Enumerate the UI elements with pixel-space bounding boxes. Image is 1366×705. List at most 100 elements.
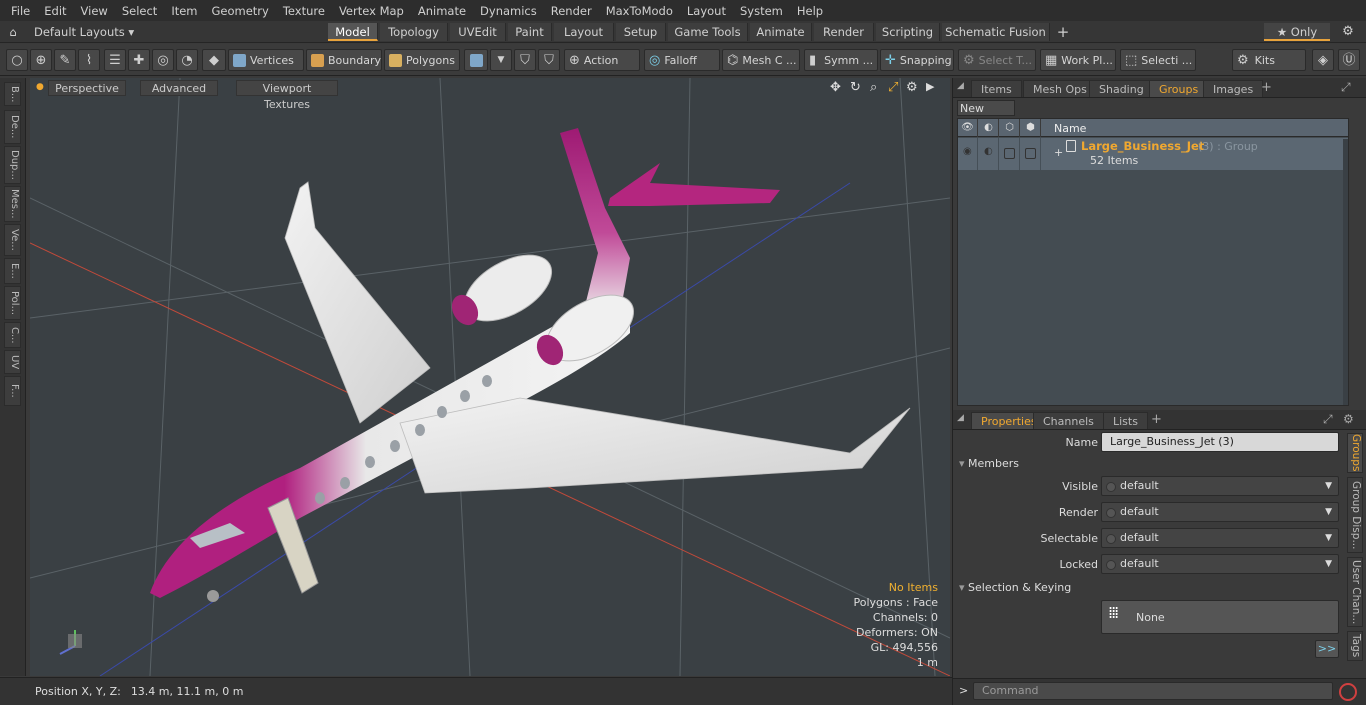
tab-uvedit[interactable]: UVEdit (450, 23, 506, 41)
row-render-toggle[interactable]: ◐ (979, 138, 999, 170)
tab-mesh-ops[interactable]: Mesh Ops (1023, 80, 1097, 97)
menu-system[interactable]: System (733, 4, 790, 18)
select-checkbox[interactable] (1025, 148, 1036, 159)
view-textures[interactable]: Viewport Textures (236, 80, 338, 111)
pan-icon[interactable]: ✥ (830, 80, 841, 95)
locked-select[interactable]: default ▼ (1101, 554, 1339, 574)
menu-animate[interactable]: Animate (411, 4, 473, 18)
panel-dot-icon[interactable]: ◢ (957, 413, 964, 423)
tab-topology[interactable]: Topology (380, 23, 448, 41)
row-visible-toggle[interactable]: ◉ (958, 138, 978, 170)
viewport-gear-icon[interactable]: ⚙ (906, 80, 918, 95)
sidetab-group-display[interactable]: Group Disp... (1347, 477, 1363, 553)
symmetry-button[interactable]: ▮ Symm ... (804, 49, 878, 71)
lock-icon[interactable]: ⬡ (1000, 119, 1020, 137)
snapping-button[interactable]: ✛ Snapping (880, 49, 954, 71)
more-button[interactable]: >> (1315, 640, 1339, 658)
view-advanced[interactable]: Advanced (140, 80, 218, 96)
item-mode-button[interactable]: ◆ (202, 49, 226, 71)
tab-setup[interactable]: Setup (616, 23, 666, 41)
tab-model[interactable]: Model (328, 23, 378, 41)
lefttab-mesh-edit[interactable]: Mes... (4, 186, 21, 222)
home-icon[interactable]: ⌂ (6, 23, 20, 41)
expand-icon[interactable]: ⤢ (1341, 80, 1351, 95)
menu-geometry[interactable]: Geometry (205, 4, 276, 18)
select-mode-button[interactable]: ○ (6, 49, 28, 71)
viewport-dot-icon[interactable]: ● (36, 82, 44, 92)
sidetab-tags[interactable]: Tags (1347, 631, 1363, 661)
menu-file[interactable]: File (4, 4, 37, 18)
tab-game-tools[interactable]: Game Tools (668, 23, 748, 41)
group-row[interactable]: ◉ ◐ + Large_Business_Jet (3) : Group 52 … (958, 138, 1348, 170)
menu-texture[interactable]: Texture (276, 4, 332, 18)
add-panel-tab-icon[interactable]: + (1261, 80, 1272, 95)
menu-view[interactable]: View (74, 4, 115, 18)
select-icon[interactable]: ⬢ (1021, 119, 1041, 137)
lefttab-uv[interactable]: UV (4, 350, 21, 374)
tab-layout[interactable]: Layout (554, 23, 614, 41)
mesh-constraints-button[interactable]: ⌬ Mesh C ... (722, 49, 800, 71)
falloff-button[interactable]: ◎ Falloff (644, 49, 720, 71)
rotate-button[interactable]: ◔ (176, 49, 198, 71)
tab-animate[interactable]: Animate (750, 23, 812, 41)
menu-item[interactable]: Item (164, 4, 204, 18)
lefttab-edge[interactable]: E... (4, 258, 21, 284)
menu-help[interactable]: Help (790, 4, 830, 18)
vertices-button[interactable]: Vertices (228, 49, 304, 71)
tab-channels[interactable]: Channels (1033, 412, 1104, 429)
kits-button[interactable]: ⚙ Kits (1232, 49, 1306, 71)
lefttab-deform[interactable]: De... (4, 110, 21, 144)
add-panel-tab-icon[interactable]: + (1151, 412, 1162, 427)
tab-paint[interactable]: Paint (508, 23, 552, 41)
business-jet-model[interactable] (150, 128, 911, 602)
menu-render[interactable]: Render (544, 4, 599, 18)
render-select[interactable]: default ▼ (1101, 502, 1339, 522)
row-lock-toggle[interactable] (1000, 138, 1020, 170)
brush-button[interactable]: ⌇ (78, 49, 100, 71)
none-button[interactable]: ⁞⁞⁞ None (1101, 600, 1339, 634)
menu-select[interactable]: Select (115, 4, 164, 18)
sidetab-groups[interactable]: Groups (1347, 433, 1363, 473)
unity-button[interactable]: ◈ (1312, 49, 1334, 71)
selection-keying-section[interactable]: Selection & Keying (959, 579, 1339, 597)
menu-vertex-map[interactable]: Vertex Map (332, 4, 411, 18)
lock-checkbox[interactable] (1004, 148, 1015, 159)
lefttab-curve[interactable]: C... (4, 322, 21, 348)
transform-button[interactable]: ✚ (128, 49, 150, 71)
add-tab-button[interactable]: + (1054, 23, 1072, 41)
viewport-menu-arrow-icon[interactable]: ▶ (926, 80, 934, 93)
tab-scripting[interactable]: Scripting (876, 23, 940, 41)
visible-select[interactable]: default ▼ (1101, 476, 1339, 496)
properties-gear-icon[interactable]: ⚙ (1343, 412, 1354, 426)
lefttab-vertex[interactable]: Ve... (4, 224, 21, 256)
tab-images[interactable]: Images (1203, 80, 1264, 97)
select-through-button[interactable]: ⚙ Select T... (958, 49, 1036, 71)
tab-groups[interactable]: Groups (1149, 80, 1209, 97)
polygons-button[interactable]: Polygons (384, 49, 460, 71)
work-plane-button[interactable]: ▦ Work Pl... (1040, 49, 1116, 71)
tab-lists[interactable]: Lists (1103, 412, 1148, 429)
maximize-icon[interactable]: ⤢ (888, 80, 898, 95)
layout-selector[interactable]: Default Layouts ▾ (34, 23, 134, 41)
lefttab-basic[interactable]: B... (4, 82, 21, 106)
render-icon[interactable]: ◐ (979, 119, 999, 137)
menu-layout[interactable]: Layout (680, 4, 733, 18)
group-list-scrollbar[interactable] (1343, 139, 1348, 405)
menu-edit[interactable]: Edit (37, 4, 73, 18)
expand-icon[interactable]: ⤢ (1323, 412, 1333, 427)
action-center-button[interactable]: ⊕ Action (564, 49, 640, 71)
eye-icon[interactable]: 👁 (958, 119, 978, 137)
expand-plus-icon[interactable]: + (1054, 146, 1063, 159)
align-button[interactable]: ☰ (104, 49, 126, 71)
new-group-button[interactable]: New Group (957, 100, 1015, 131)
sidetab-user-channels[interactable]: User Chan... (1347, 557, 1363, 627)
name-field[interactable]: Large_Business_Jet (3) (1101, 432, 1339, 452)
lefttab-duplicate[interactable]: Dup... (4, 146, 21, 184)
material-dropdown[interactable]: ▼ (490, 49, 512, 71)
row-select-toggle[interactable] (1021, 138, 1041, 170)
record-icon[interactable] (1339, 683, 1357, 701)
gear-icon[interactable]: ⚙ (1338, 23, 1358, 41)
symmetry-b-button[interactable]: ⛉ (538, 49, 560, 71)
material-button[interactable] (464, 49, 488, 71)
unreal-button[interactable]: Ⓤ (1338, 49, 1360, 71)
